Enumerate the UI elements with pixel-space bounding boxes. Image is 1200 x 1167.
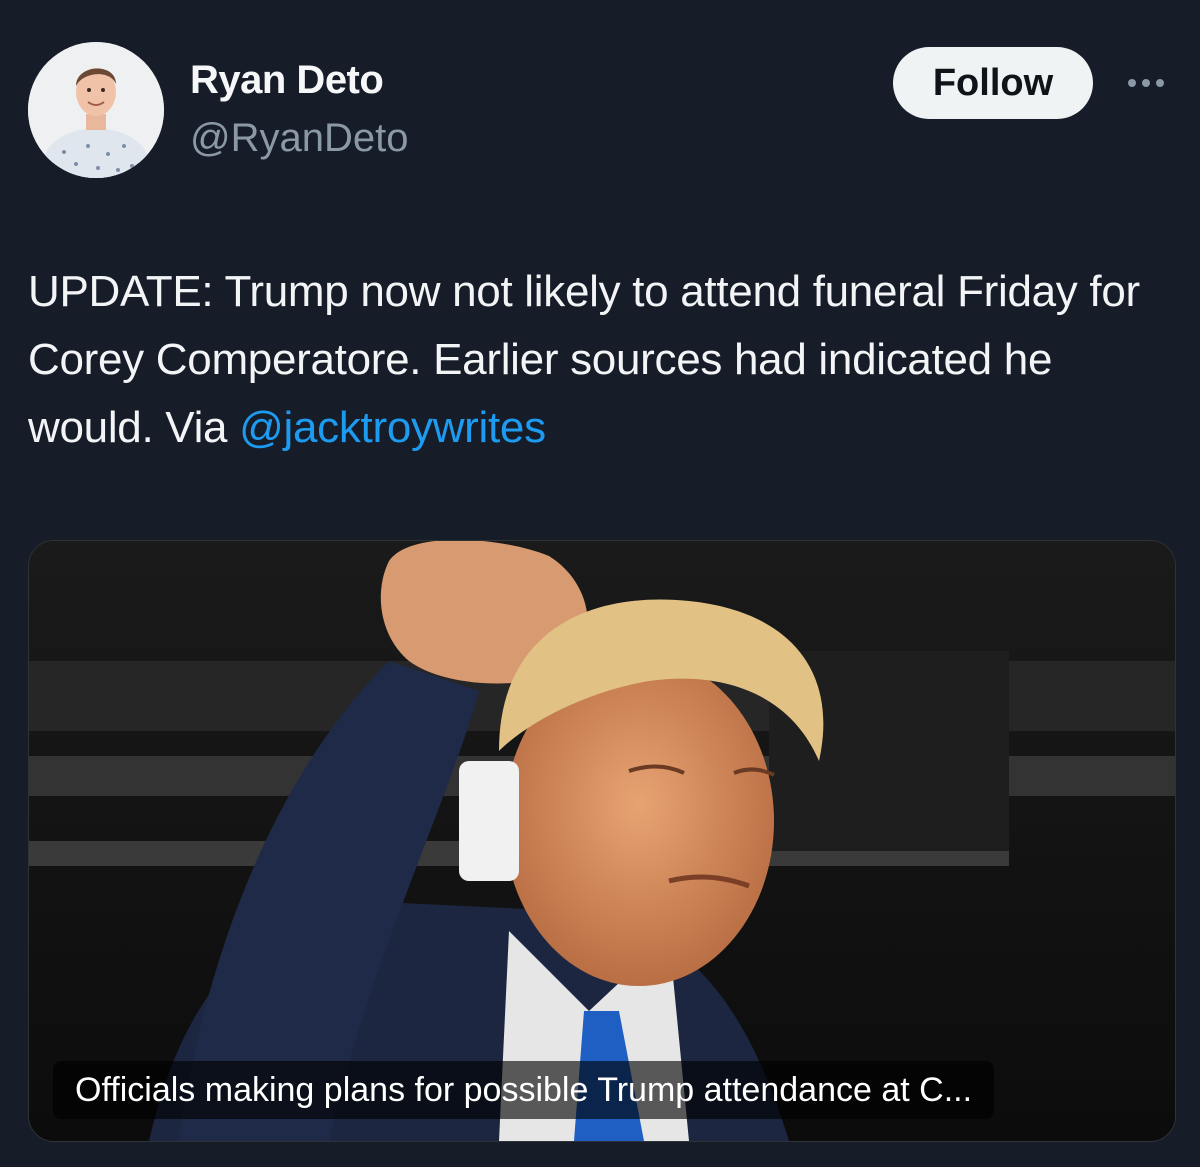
avatar[interactable] <box>28 42 164 178</box>
tweet-text: UPDATE: Trump now not likely to attend f… <box>28 258 1178 462</box>
tweet: Ryan Deto @RyanDeto Follow UPDATE: Trump… <box>0 0 1200 1167</box>
card-image <box>29 541 1175 1141</box>
mention-link[interactable]: @jacktroywrites <box>239 403 546 452</box>
tweet-body: UPDATE: Trump now not likely to attend f… <box>28 267 1140 452</box>
link-card[interactable]: Officials making plans for possible Trum… <box>28 540 1176 1142</box>
display-name[interactable]: Ryan Deto <box>190 58 384 103</box>
ellipsis-icon[interactable] <box>1118 66 1174 100</box>
avatar-photo <box>28 42 164 178</box>
username-handle[interactable]: @RyanDeto <box>190 116 408 161</box>
link-card-caption: Officials making plans for possible Trum… <box>53 1061 995 1119</box>
follow-button[interactable]: Follow <box>893 47 1093 119</box>
